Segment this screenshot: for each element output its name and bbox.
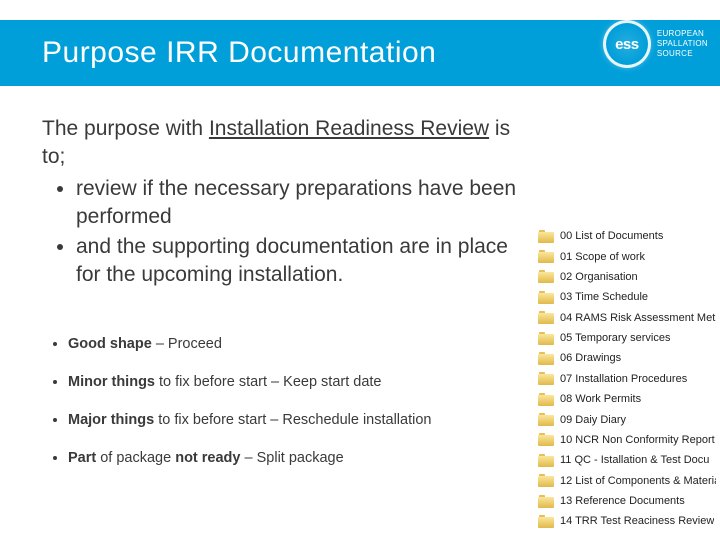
outcome-item: Good shape – Proceed xyxy=(68,335,532,353)
folder-icon xyxy=(538,413,554,426)
folder-icon xyxy=(538,372,554,385)
folder-icon xyxy=(538,454,554,467)
folder-label: 07 Installation Procedures xyxy=(560,372,687,386)
folder-icon xyxy=(538,515,554,528)
folder-icon xyxy=(538,291,554,304)
folder-icon xyxy=(538,230,554,243)
folder-label: 10 NCR Non Conformity Report xyxy=(560,433,715,447)
folder-label: 01 Scope of work xyxy=(560,250,645,264)
folder-tree: 00 List of Documents 01 Scope of work 02… xyxy=(536,226,720,532)
folder-label: 00 List of Documents xyxy=(560,229,663,243)
ess-logo-text: EUROPEAN SPALLATION SOURCE xyxy=(657,29,708,59)
folder-row[interactable]: 03 Time Schedule xyxy=(536,287,720,307)
folder-label: 02 Organisation xyxy=(560,270,638,284)
folder-row[interactable]: 04 RAMS Risk Assessment Metho xyxy=(536,308,720,328)
folder-row[interactable]: 01 Scope of work xyxy=(536,246,720,266)
folder-icon xyxy=(538,332,554,345)
folder-icon xyxy=(538,433,554,446)
folder-row[interactable]: 09 Daiy Diary xyxy=(536,409,720,429)
lead-prefix: The purpose with xyxy=(42,117,209,140)
folder-icon xyxy=(538,250,554,263)
purpose-list: review if the necessary preparations hav… xyxy=(76,175,532,289)
folder-row[interactable]: 13 Reference Documents xyxy=(536,491,720,511)
folder-row[interactable]: 02 Organisation xyxy=(536,267,720,287)
folder-icon xyxy=(538,270,554,283)
outcome-list: Good shape – Proceed Minor things to fix… xyxy=(68,335,532,467)
purpose-item: review if the necessary preparations hav… xyxy=(76,175,532,231)
folder-icon xyxy=(538,352,554,365)
folder-label: 12 List of Components & Materia xyxy=(560,474,716,488)
lead-underlined: Installation Readiness Review xyxy=(209,117,489,140)
folder-label: 08 Work Permits xyxy=(560,392,641,406)
folder-row[interactable]: 14 TRR Test Reaciness Review xyxy=(536,511,720,531)
folder-row[interactable]: 05 Temporary services xyxy=(536,328,720,348)
brand-logo: ess EUROPEAN SPALLATION SOURCE xyxy=(603,20,708,68)
lead-paragraph: The purpose with Installation Readiness … xyxy=(42,115,532,171)
folder-label: 05 Temporary services xyxy=(560,331,670,345)
folder-label: 14 TRR Test Reaciness Review xyxy=(560,514,714,528)
folder-row[interactable]: 12 List of Components & Materia xyxy=(536,471,720,491)
folder-row[interactable]: 11 QC - Istallation & Test Docu xyxy=(536,450,720,470)
outcome-item: Minor things to fix before start – Keep … xyxy=(68,373,532,391)
purpose-item: and the supporting documentation are in … xyxy=(76,233,532,289)
folder-row[interactable]: 07 Installation Procedures xyxy=(536,369,720,389)
folder-row[interactable]: 10 NCR Non Conformity Report xyxy=(536,430,720,450)
outcome-item: Major things to fix before start – Resch… xyxy=(68,411,532,429)
folder-icon xyxy=(538,393,554,406)
ess-logo-mark: ess xyxy=(603,20,651,68)
folder-icon xyxy=(538,495,554,508)
folder-label: 11 QC - Istallation & Test Docu xyxy=(560,453,709,467)
folder-label: 09 Daiy Diary xyxy=(560,413,626,427)
folder-label: 03 Time Schedule xyxy=(560,290,648,304)
folder-label: 04 RAMS Risk Assessment Metho xyxy=(560,311,716,325)
content-area: The purpose with Installation Readiness … xyxy=(42,115,532,487)
folder-row[interactable]: 08 Work Permits xyxy=(536,389,720,409)
folder-icon xyxy=(538,474,554,487)
folder-row[interactable]: 00 List of Documents xyxy=(536,226,720,246)
outcome-item: Part of package not ready – Split packag… xyxy=(68,449,532,467)
folder-label: 13 Reference Documents xyxy=(560,494,685,508)
folder-label: 06 Drawings xyxy=(560,351,621,365)
folder-row[interactable]: 06 Drawings xyxy=(536,348,720,368)
folder-icon xyxy=(538,311,554,324)
